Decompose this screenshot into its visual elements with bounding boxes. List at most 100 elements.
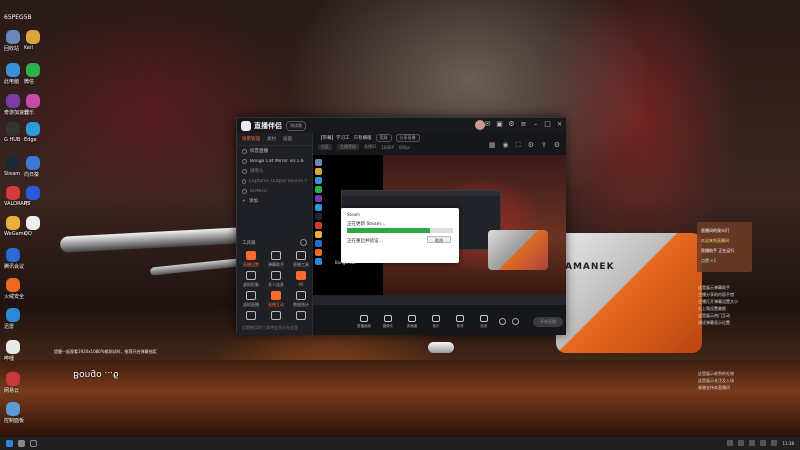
tray-icon[interactable] — [760, 440, 767, 446]
desktop-app-label: 腾讯会议 — [4, 264, 25, 270]
gear-icon[interactable]: ⚙ — [554, 141, 560, 150]
room-tag: 只有横版 — [353, 136, 372, 141]
tool-item[interactable] — [289, 311, 313, 322]
control-screen[interactable]: 直播画面 — [355, 314, 373, 329]
desktop-app-icon[interactable] — [6, 248, 20, 262]
app-titlebar[interactable]: 直播伴侣 测试版 ✉ ▣ ⚙ ≡ – □ × — [237, 118, 566, 133]
desktop-app-icon[interactable] — [6, 30, 20, 44]
tool-icon — [271, 311, 281, 320]
desktop-app-label: 网易云 — [4, 388, 20, 394]
scene-item[interactable]: 抖音直播 — [237, 146, 312, 156]
desktop-app-icon[interactable] — [26, 30, 40, 44]
eye-icon[interactable] — [242, 178, 246, 184]
steam-taskbar-icon[interactable] — [30, 440, 37, 447]
close-icon[interactable]: × — [556, 121, 563, 128]
minimize-icon[interactable]: – — [532, 121, 539, 128]
control-camera[interactable]: 摄像头 — [379, 314, 397, 329]
desktop-app-icon[interactable] — [6, 122, 20, 136]
settings-icon[interactable]: ⚙ — [508, 121, 515, 128]
desktop-app-icon[interactable] — [26, 186, 40, 200]
scene-item[interactable]: BONGO — [237, 186, 312, 196]
scene-label: 抖音直播 — [250, 149, 268, 154]
tool-item[interactable]: 弹幕助手 — [264, 251, 288, 268]
desktop-app-label: 火绒安全 — [4, 294, 25, 300]
desktop-app-icon[interactable] — [6, 308, 20, 322]
desktop-app-icon[interactable] — [6, 340, 20, 354]
steam-message-2: 正在重启并验证... — [347, 239, 383, 244]
control-multi[interactable]: 多画面 — [403, 314, 421, 329]
scene-item[interactable]: Bongo Cat Mirror v0.1.6 — [237, 156, 312, 166]
desktop-app-icon[interactable] — [6, 372, 20, 386]
live-preview[interactable]: Steam 正在更新 Steam... 正在重启并验证... 取消 Bongo … — [313, 155, 566, 305]
tools-settings-icon[interactable] — [300, 239, 307, 246]
layout-icon[interactable]: ▦ — [489, 141, 496, 150]
scene-label: Bongo Cat Mirror v0.1.6 — [250, 158, 304, 164]
desktop-app-icon[interactable] — [6, 186, 20, 200]
search-icon[interactable] — [18, 440, 25, 447]
control-music[interactable]: 音乐 — [427, 314, 445, 329]
tab-scenes[interactable]: 场景管理 — [242, 136, 260, 142]
tool-item[interactable]: 直播互动 — [264, 291, 288, 308]
tray-icon[interactable] — [738, 440, 745, 446]
tab-canvas[interactable]: 画面 — [283, 136, 292, 142]
desktop-app-icon[interactable] — [6, 402, 20, 416]
desktop-app-icon[interactable] — [26, 122, 40, 136]
add-scene-button[interactable]: + 添加 — [237, 196, 312, 206]
desktop-app-icon[interactable] — [26, 216, 40, 230]
room-title[interactable]: 【带幕】学习工 — [318, 135, 350, 141]
tool-item[interactable]: PK — [289, 271, 313, 287]
share-icon[interactable]: ⇪ — [541, 141, 547, 150]
tray-icon[interactable] — [749, 440, 756, 446]
desktop-app-icon[interactable] — [6, 63, 20, 77]
tool-item[interactable]: 虚拟形象 — [239, 271, 263, 288]
wallpaper-table — [0, 360, 800, 437]
scene-item[interactable]: Captures Output Source (Window Capture) — [237, 176, 312, 186]
tab-material[interactable]: 素材 — [267, 136, 276, 142]
room-pill[interactable]: 宽屏 — [375, 134, 392, 142]
mail-icon[interactable]: ✉ — [484, 121, 491, 128]
tray-icon[interactable] — [771, 440, 778, 446]
menu-icon[interactable]: ≡ — [520, 121, 527, 128]
desktop-app-icon[interactable] — [6, 216, 20, 230]
start-icon[interactable] — [6, 440, 13, 447]
eye-icon[interactable] — [242, 148, 247, 154]
start-live-button[interactable]: 开始直播 — [533, 316, 563, 327]
share-pill[interactable]: 分享直播 — [395, 134, 420, 142]
tool-label: 直播工具 — [293, 262, 309, 267]
maximize-icon[interactable]: □ — [544, 121, 551, 128]
volume-icon[interactable] — [512, 318, 519, 325]
bongo-text: Bongo ...6 — [73, 369, 119, 379]
eye-icon[interactable] — [242, 168, 247, 174]
desktop-app-icon[interactable] — [6, 156, 20, 170]
tool-icon — [271, 251, 281, 260]
tool-item[interactable]: 虚拟直播 — [239, 291, 263, 308]
tray-icon[interactable] — [727, 440, 734, 446]
mic-icon[interactable] — [499, 318, 506, 325]
desktop-app-icon[interactable] — [6, 94, 20, 108]
gift-icon[interactable]: ▣ — [496, 121, 503, 128]
desktop-app-icon[interactable] — [26, 156, 40, 170]
eye-icon[interactable] — [242, 188, 247, 194]
desktop-app-label: 向日葵 — [24, 172, 40, 178]
tool-item[interactable]: 直播设置 — [239, 251, 263, 268]
fullscreen-icon[interactable]: ⛶ — [516, 141, 521, 150]
desktop-app-icon[interactable] — [6, 278, 20, 292]
tool-item[interactable] — [239, 311, 263, 322]
tool-item[interactable]: 多人连麦 — [264, 271, 288, 288]
settings-icon[interactable]: ⚙ — [528, 141, 534, 150]
live-companion-window[interactable]: 直播伴侣 测试版 ✉ ▣ ⚙ ≡ – □ × 场景管理 素材 画面 抖音直播 Bo… — [236, 117, 566, 335]
tool-label: 虚拟形象 — [243, 282, 259, 287]
desktop-app-icon[interactable] — [26, 63, 40, 77]
danmaku-line: 这是展示热门互动 — [698, 313, 730, 318]
eye-icon[interactable] — [242, 158, 247, 164]
desktop-app-icon[interactable] — [26, 94, 40, 108]
camera-icon[interactable]: ◉ — [503, 141, 509, 150]
scene-item[interactable]: 摄像头 — [237, 166, 312, 176]
control-sound[interactable]: 音效 — [451, 314, 469, 329]
tool-item[interactable]: 直播工具 — [289, 251, 313, 268]
tool-item[interactable]: 数据统计 — [289, 291, 313, 308]
tool-item[interactable] — [264, 311, 288, 322]
desktop-app-label: 控制面板 — [4, 418, 25, 424]
danmaku-line: 调试弹幕显示位置 — [698, 320, 730, 325]
control-sticker[interactable]: 贴纸 — [475, 314, 493, 329]
